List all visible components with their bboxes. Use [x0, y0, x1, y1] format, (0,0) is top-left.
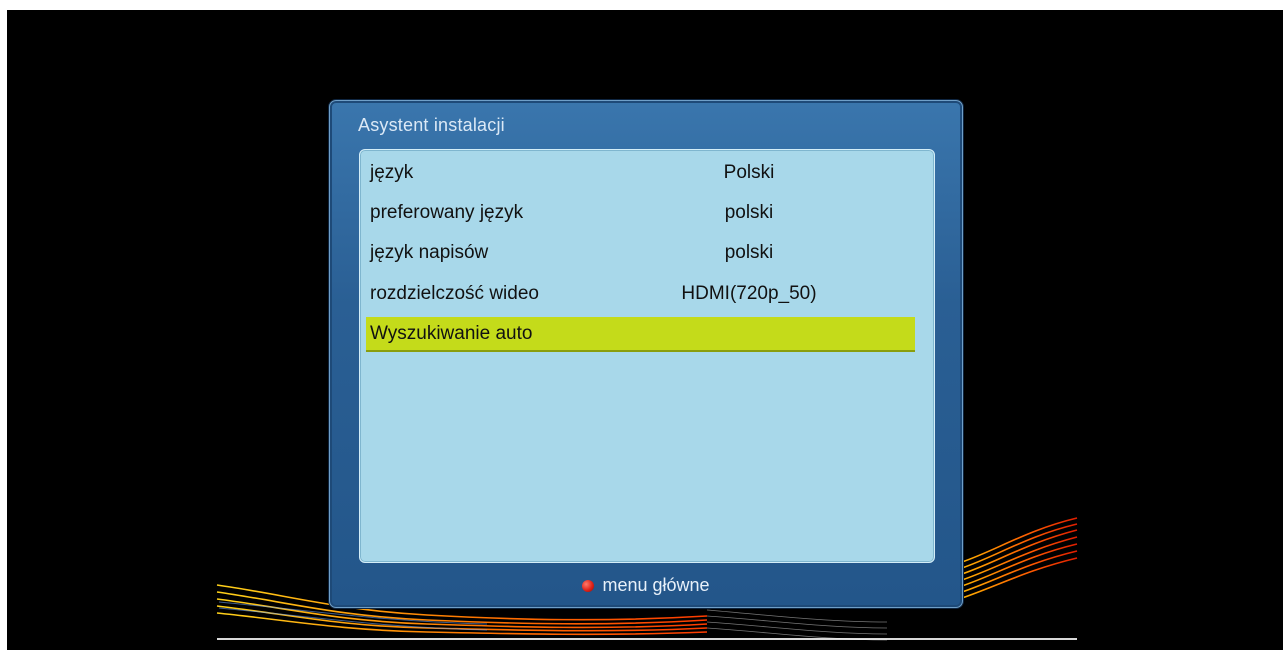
menu-row-preferred-language[interactable]: preferowany język polski — [366, 196, 915, 229]
menu-row-label: język napisów — [370, 242, 489, 263]
tv-screen: Asystent instalacji język Polski prefero… — [7, 10, 1283, 650]
menu-row-subtitle-language[interactable]: język napisów polski — [366, 236, 915, 269]
menu-row-video-resolution[interactable]: rozdzielczość wideo HDMI(720p_50) — [366, 277, 915, 310]
installation-wizard-window: Asystent instalacji język Polski prefero… — [329, 100, 963, 608]
window-title: Asystent instalacji — [358, 115, 505, 135]
menu-row-auto-search[interactable]: Wyszukiwanie auto — [366, 317, 915, 352]
footer-hint: menu główne — [330, 573, 962, 597]
menu-row-label: język — [370, 162, 414, 183]
menu-row-value: HDMI(720p_50) — [681, 283, 817, 304]
menu-row-language[interactable]: język Polski — [366, 156, 915, 189]
menu-row-value: polski — [724, 202, 774, 223]
menu-row-label: rozdzielczość wideo — [370, 283, 539, 304]
menu-row-label: Wyszukiwanie auto — [370, 323, 533, 344]
footer-label: menu główne — [602, 575, 710, 595]
menu-row-value: Polski — [723, 162, 775, 183]
menu-row-label: preferowany język — [370, 202, 524, 223]
menu-row-value: polski — [724, 242, 774, 263]
settings-panel: język Polski preferowany język polski ję… — [359, 149, 935, 563]
red-key-icon — [582, 580, 595, 592]
